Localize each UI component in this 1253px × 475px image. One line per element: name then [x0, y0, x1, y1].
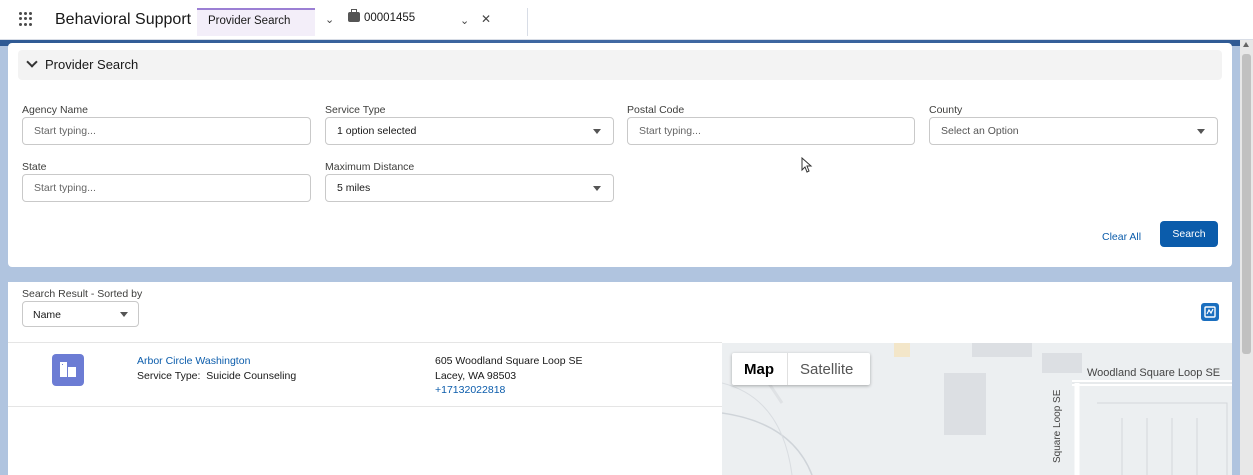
map-tab-satellite[interactable]: Satellite — [800, 361, 853, 378]
section-title: Provider Search — [45, 57, 139, 72]
result-address-line2: Lacey, WA 98503 — [435, 370, 517, 382]
tab-case-record[interactable]: 00001455 ⌄ ✕ — [345, 8, 528, 36]
app-launcher-icon[interactable] — [19, 12, 33, 26]
agency-name-label: Agency Name — [22, 104, 88, 116]
service-type-value: Suicide Counseling — [206, 370, 297, 382]
sort-by-value: Name — [33, 309, 62, 321]
result-address-line1: 605 Woodland Square Loop SE — [435, 355, 583, 367]
postal-code-input[interactable]: Start typing... — [627, 117, 915, 145]
divider — [8, 342, 722, 343]
sorted-by-label: Search Result - Sorted by — [22, 288, 143, 300]
tab-provider-search[interactable]: Provider Search — [197, 8, 315, 36]
agency-name-input[interactable]: Start typing... — [22, 117, 311, 145]
sort-by-select[interactable]: Name — [22, 301, 139, 327]
map-street-label: Square Loop SE — [1052, 389, 1063, 463]
state-label: State — [22, 161, 47, 173]
divider — [787, 353, 788, 385]
map-street-label: Woodland Square Loop SE — [1087, 367, 1221, 379]
service-type-value: 1 option selected — [337, 125, 417, 137]
map-view-toggle-button[interactable] — [1201, 303, 1219, 321]
scrollbar-thumb[interactable] — [1242, 54, 1251, 354]
caret-down-icon — [120, 312, 128, 317]
result-phone-link[interactable]: +17132022818 — [435, 384, 505, 396]
divider — [8, 406, 722, 407]
service-type-select[interactable]: 1 option selected — [325, 117, 614, 145]
service-type-label: Service Type — [325, 104, 386, 116]
result-service-type: Service Type: Suicide Counseling — [137, 370, 296, 382]
search-results-card: Search Result - Sorted by Name Arbor Cir… — [8, 282, 1232, 475]
result-agency-name-link[interactable]: Arbor Circle Washington — [137, 355, 250, 367]
caret-down-icon — [593, 129, 601, 134]
search-button[interactable]: Search — [1160, 221, 1218, 247]
map-tab-map[interactable]: Map — [744, 361, 774, 378]
maximum-distance-label: Maximum Distance — [325, 161, 415, 173]
chevron-down-icon[interactable]: ⌄ — [460, 14, 469, 27]
building-icon — [52, 354, 84, 386]
state-input[interactable]: Start typing... — [22, 174, 311, 202]
maximum-distance-value: 5 miles — [337, 182, 371, 194]
page-scrollbar[interactable] — [1240, 40, 1253, 475]
clear-all-button[interactable]: Clear All — [1102, 231, 1141, 243]
mouse-cursor-icon — [801, 157, 813, 173]
caret-down-icon — [1197, 129, 1205, 134]
briefcase-icon — [348, 9, 360, 22]
map-icon — [1204, 306, 1216, 318]
tab-label: 00001455 — [364, 12, 416, 24]
chevron-down-icon[interactable]: ⌄ — [325, 13, 334, 26]
county-select[interactable]: Select an Option — [929, 117, 1218, 145]
section-header-provider-search[interactable]: Provider Search — [18, 50, 1222, 80]
caret-down-icon — [593, 186, 601, 191]
postal-code-label: Postal Code — [627, 104, 685, 116]
chevron-down-icon[interactable] — [26, 56, 38, 68]
tab-label: Provider Search — [208, 15, 291, 27]
provider-search-card: Provider Search Agency Name Start typing… — [8, 43, 1232, 267]
scroll-up-arrow-icon[interactable] — [1243, 42, 1249, 47]
service-type-label: Service Type: — [137, 370, 201, 382]
close-icon[interactable]: ✕ — [481, 12, 491, 26]
map-type-control: Map Satellite — [732, 353, 870, 385]
county-value: Select an Option — [941, 125, 1019, 137]
maximum-distance-select[interactable]: 5 miles — [325, 174, 614, 202]
app-name: Behavioral Support — [55, 11, 192, 28]
global-header: Behavioral Support Provider Search ⌄ 000… — [0, 0, 1253, 40]
map-view[interactable]: Map Satellite Woodland Square Loop SE Sq… — [722, 343, 1232, 475]
county-label: County — [929, 104, 963, 116]
